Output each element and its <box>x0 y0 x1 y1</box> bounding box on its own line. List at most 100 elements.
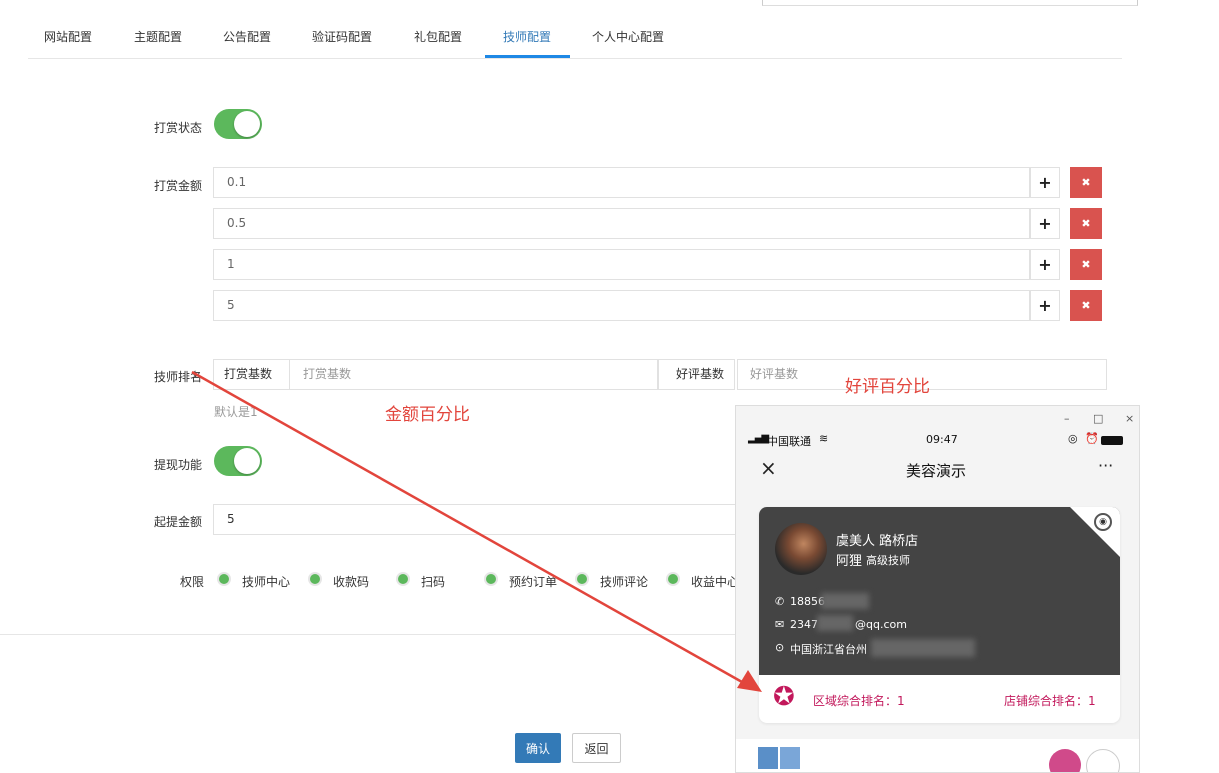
plus-icon: + <box>1038 173 1052 192</box>
tip-status-label: 打赏状态 <box>154 121 203 135</box>
store-rank: 店铺综合排名：1 <box>1004 694 1096 708</box>
tip-amount-input-1[interactable]: 0.1 <box>213 167 1030 198</box>
card-corner <box>1070 507 1120 557</box>
remove-amount-button[interactable]: ✖ <box>1070 249 1102 280</box>
permissions-label: 权限 <box>180 575 205 589</box>
technician-level: 高级技师 <box>866 554 910 567</box>
tip-base-addon: 打赏基数 <box>213 359 290 390</box>
address: 中国浙江省台州 <box>790 643 867 656</box>
tab-captcha[interactable]: 验证码配置 <box>312 28 372 45</box>
plus-icon: + <box>1038 214 1052 233</box>
permission-checkbox[interactable] <box>217 572 231 586</box>
tip-amount-label: 打赏金额 <box>154 179 203 193</box>
tip-amount-input-3[interactable]: 1 <box>213 249 1030 280</box>
email-prefix: 2347 <box>790 618 818 631</box>
tip-status-switch[interactable] <box>214 109 262 139</box>
permission-checkbox[interactable] <box>308 572 322 586</box>
avatar <box>775 523 827 575</box>
permission-checkbox[interactable] <box>484 572 498 586</box>
plus-icon: + <box>1038 296 1052 315</box>
more-icon[interactable]: ··· <box>1098 456 1113 475</box>
permission-checkbox[interactable] <box>575 572 589 586</box>
tip-base-placeholder: 打赏基数 <box>303 367 352 381</box>
region-rank: 区域综合排名：1 <box>813 694 905 708</box>
medal-icon: ✪ <box>773 682 795 712</box>
action-circle[interactable] <box>1086 749 1120 772</box>
tip-amount-input-2[interactable]: 0.5 <box>213 208 1030 239</box>
switch-knob <box>234 448 260 474</box>
min-withdraw-label: 起提金额 <box>154 515 203 529</box>
switch-knob <box>234 111 260 137</box>
ranking-hint: 默认是1 <box>214 405 258 419</box>
bottom-strip <box>736 739 1139 772</box>
remove-amount-button[interactable]: ✖ <box>1070 290 1102 321</box>
form-divider <box>0 634 735 635</box>
technician-name: 阿狸 <box>836 554 863 569</box>
card-header: ◉ 虞美人 路桥店 阿狸 高级技师 ✆ 18856 ✉ 2347 @qq.com… <box>759 507 1120 675</box>
carrier-label: 中国联通 <box>767 435 811 448</box>
qr-code-icon[interactable]: ◉ <box>1094 513 1112 531</box>
remove-amount-button[interactable]: ✖ <box>1070 167 1102 198</box>
close-icon: ✖ <box>1081 258 1091 271</box>
alarm-icon: ⏰ <box>1085 432 1099 445</box>
withdraw-switch[interactable] <box>214 446 262 476</box>
close-window-icon[interactable]: × <box>1125 412 1134 425</box>
add-amount-button[interactable]: + <box>1030 167 1060 198</box>
close-icon: ✖ <box>1081 299 1091 312</box>
phone-number: 18856 <box>790 595 825 608</box>
remove-amount-button[interactable]: ✖ <box>1070 208 1102 239</box>
review-base-placeholder: 好评基数 <box>750 367 799 381</box>
ranking-row: ✪ 区域综合排名：1 店铺综合排名：1 <box>759 675 1120 723</box>
shop-name: 虞美人 路桥店 <box>836 534 919 549</box>
maximize-icon[interactable]: □ <box>1093 412 1103 425</box>
time-label: 09:47 <box>926 433 958 446</box>
active-tab-indicator <box>485 55 570 58</box>
app-title: 美容演示 <box>906 462 967 480</box>
config-tabs: 网站配置 主题配置 公告配置 验证码配置 礼包配置 技师配置 个人中心配置 <box>28 18 1122 59</box>
add-amount-button[interactable]: + <box>1030 290 1060 321</box>
tab-website[interactable]: 网站配置 <box>44 28 92 45</box>
location-icon: ◎ <box>1068 432 1078 445</box>
email-suffix: @qq.com <box>855 618 907 631</box>
thumbnail <box>758 747 778 769</box>
blurred-region <box>821 593 869 609</box>
review-base-addon: 好评基数 <box>658 359 735 390</box>
phone-preview-window: – □ × ▂▄▆ 中国联通 ≋ 09:47 ◎ ⏰ × 美容演示 ··· ◉ … <box>735 405 1140 773</box>
action-badge[interactable] <box>1049 749 1081 772</box>
permission-checkbox[interactable] <box>396 572 410 586</box>
tab-notice[interactable]: 公告配置 <box>223 28 271 45</box>
add-amount-button[interactable]: + <box>1030 249 1060 280</box>
review-percent-annotation: 好评百分比 <box>845 377 930 397</box>
back-button[interactable]: 返回 <box>572 733 621 763</box>
tip-amount-input-4[interactable]: 5 <box>213 290 1030 321</box>
technician-card: ◉ 虞美人 路桥店 阿狸 高级技师 ✆ 18856 ✉ 2347 @qq.com… <box>759 507 1120 723</box>
status-bar: ▂▄▆ 中国联通 ≋ 09:47 ◎ ⏰ <box>736 428 1139 448</box>
permission-appointment: 预约订单 <box>509 575 558 589</box>
confirm-button[interactable]: 确认 <box>515 733 561 763</box>
permission-review: 技师评论 <box>600 575 649 589</box>
phone-icon: ✆ <box>775 595 785 608</box>
close-icon[interactable]: × <box>760 456 777 480</box>
battery-icon <box>1101 436 1123 445</box>
permission-payment-code: 收款码 <box>333 575 370 589</box>
tab-technician[interactable]: 技师配置 <box>503 28 551 45</box>
close-icon: ✖ <box>1081 176 1091 189</box>
tab-gift[interactable]: 礼包配置 <box>414 28 462 45</box>
top-frame <box>762 0 1138 6</box>
permission-technician-center: 技师中心 <box>242 575 291 589</box>
amount-percent-annotation: 金额百分比 <box>385 405 470 425</box>
tip-base-input[interactable]: 打赏基数 <box>289 359 658 390</box>
add-amount-button[interactable]: + <box>1030 208 1060 239</box>
permission-checkbox[interactable] <box>666 572 680 586</box>
mini-program-navbar: × 美容演示 ··· <box>736 450 1139 490</box>
tab-theme[interactable]: 主题配置 <box>134 28 182 45</box>
close-icon: ✖ <box>1081 217 1091 230</box>
signal-icon: ▂▄▆ <box>748 433 769 444</box>
minimize-icon[interactable]: – <box>1064 412 1070 425</box>
permission-earnings: 收益中心 <box>691 575 735 589</box>
thumbnail <box>780 747 800 769</box>
mail-icon: ✉ <box>775 618 785 631</box>
location-pin-icon: ⊙ <box>775 641 785 654</box>
tab-personal-center[interactable]: 个人中心配置 <box>592 28 664 45</box>
min-withdraw-input[interactable]: 5 <box>213 504 735 535</box>
